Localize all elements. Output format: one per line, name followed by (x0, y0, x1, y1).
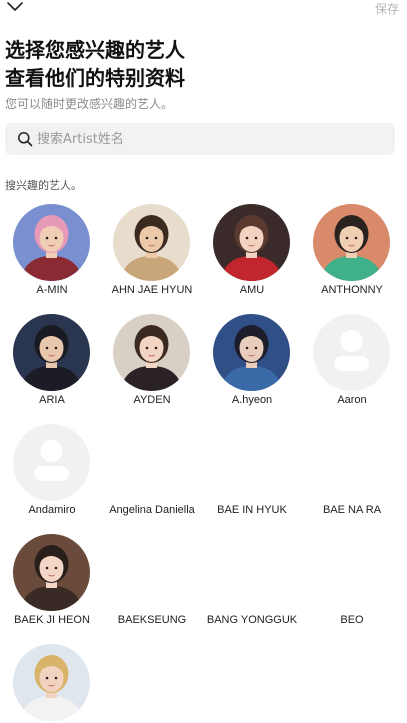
default-avatar-icon (313, 314, 390, 391)
artist-item[interactable]: ARIA (2, 312, 102, 422)
artist-name: AMU (239, 284, 265, 296)
artist-name: BAEK JI HEON (14, 614, 90, 626)
top-bar: 保存 (0, 0, 407, 20)
artist-avatar (113, 314, 190, 391)
artist-name: ARIA (39, 394, 65, 406)
artist-name: ANTHONNY (321, 284, 383, 296)
artist-item[interactable]: AMU (202, 202, 302, 312)
artist-avatar (13, 644, 90, 721)
artist-item[interactable]: BAE IN HYUK (202, 422, 302, 532)
artist-grid: A-MIN AHN JAE HYUN AMU ANTHONNY ARIA AYDEN A.h… (2, 202, 402, 723)
artist-item[interactable]: BEO (302, 532, 402, 642)
artist-item[interactable]: BAEKSEUNG (102, 532, 202, 642)
artist-avatar (13, 204, 90, 281)
artist-name: Andamiro (28, 504, 76, 516)
artist-avatar (13, 314, 90, 391)
artist-item[interactable]: AHN JAE HYUN (102, 202, 202, 312)
artist-avatar (213, 204, 290, 281)
artist-item[interactable]: Aaron (302, 312, 402, 422)
artist-name: BAE IN HYUK (217, 504, 287, 516)
default-avatar-icon (13, 424, 90, 501)
artist-name: BEO (340, 614, 364, 626)
search-input[interactable] (37, 123, 387, 155)
artist-item[interactable]: Andamiro (2, 422, 102, 532)
artist-name: Angelina Daniella (109, 504, 195, 516)
chevron-down-icon[interactable] (6, 0, 24, 14)
artist-avatar (13, 534, 90, 611)
artist-item[interactable]: Angelina Daniella (102, 422, 202, 532)
search-icon (18, 132, 33, 147)
artist-name: AHN JAE HYUN (111, 284, 193, 296)
artist-item[interactable]: A.hyeon (202, 312, 302, 422)
artist-avatar (113, 204, 190, 281)
artist-name: A.hyeon (231, 394, 273, 406)
artist-item[interactable]: BAEK JI HEON (2, 532, 102, 642)
page-subtitle: 您可以随时更改感兴趣的艺人。 (5, 97, 174, 111)
save-button[interactable]: 保存 (375, 0, 399, 17)
title-line-1: 选择您感兴趣的艺人 (5, 38, 185, 62)
artist-item[interactable] (2, 642, 102, 723)
title-line-2: 查看他们的特别资料 (5, 66, 185, 90)
section-label: 搜兴趣的艺人。 (5, 179, 82, 192)
artist-name: BAEKSEUNG (117, 614, 187, 626)
artist-item[interactable]: BANG YONGGUK (202, 532, 302, 642)
artist-avatar (213, 314, 290, 391)
artist-item[interactable]: AYDEN (102, 312, 202, 422)
artist-item[interactable]: ANTHONNY (302, 202, 402, 312)
artist-name: A-MIN (36, 284, 68, 296)
artist-item[interactable]: A-MIN (2, 202, 102, 312)
artist-name: BANG YONGGUK (206, 614, 298, 626)
artist-item[interactable]: BAE NA RA (302, 422, 402, 532)
artist-name: Aaron (337, 394, 367, 406)
artist-avatar (313, 204, 390, 281)
artist-name: AYDEN (133, 394, 171, 406)
search-bar[interactable] (5, 123, 395, 155)
page-title: 选择您感兴趣的艺人 查看他们的特别资料 (5, 36, 395, 92)
artist-name: BAE NA RA (322, 504, 382, 516)
